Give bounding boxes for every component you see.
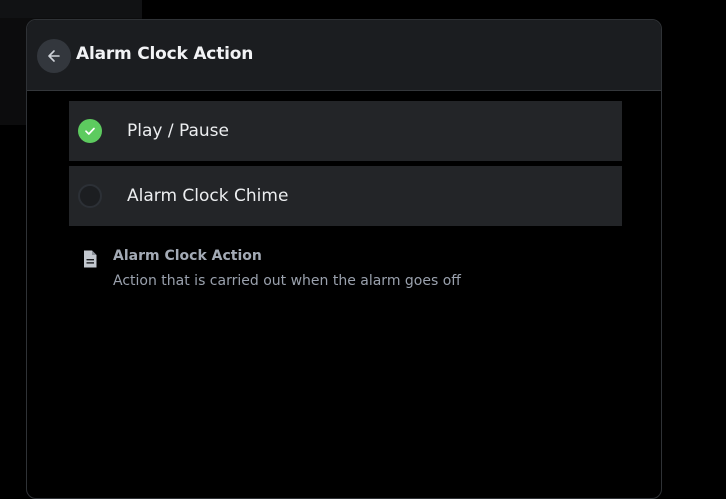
back-button[interactable] xyxy=(37,39,71,73)
empty-radio-icon[interactable] xyxy=(78,184,102,208)
dialog-header: Alarm Clock Action xyxy=(27,20,661,91)
check-circle-icon[interactable] xyxy=(78,119,102,143)
option-label: Play / Pause xyxy=(127,121,229,141)
background-window-bar xyxy=(0,0,142,18)
option-alarm-clock-chime[interactable]: Alarm Clock Chime xyxy=(69,166,622,226)
info-title: Alarm Clock Action xyxy=(113,248,262,264)
info-description: Action that is carried out when the alar… xyxy=(113,273,461,289)
option-play-pause[interactable]: Play / Pause xyxy=(69,101,622,161)
document-icon xyxy=(81,249,99,269)
option-label: Alarm Clock Chime xyxy=(127,186,289,206)
alarm-clock-action-dialog: Alarm Clock Action Play / Pause Alarm Cl… xyxy=(26,19,662,499)
arrow-left-icon xyxy=(46,48,62,64)
dialog-title: Alarm Clock Action xyxy=(76,44,254,64)
